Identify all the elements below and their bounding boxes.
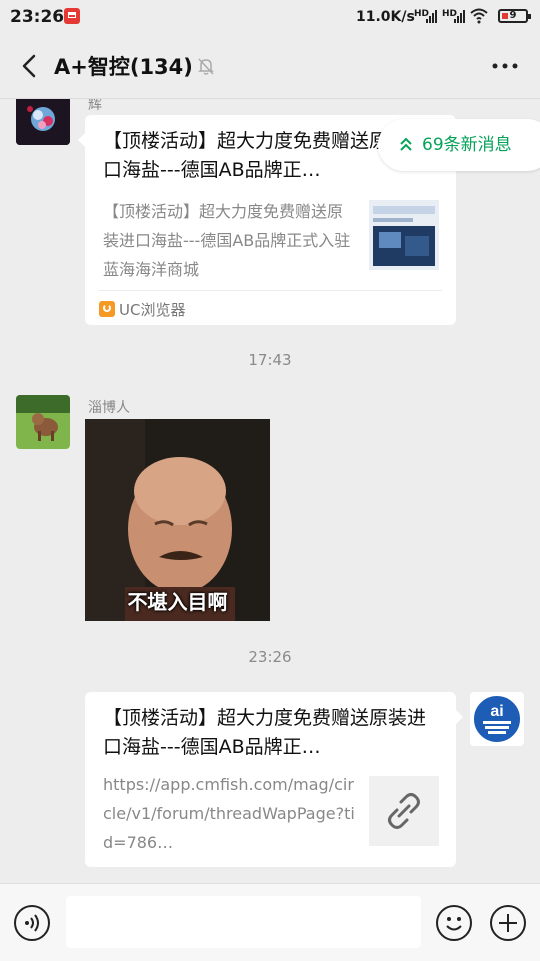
card-description: 【顶楼活动】超大力度免费赠送原装进口海盐---德国AB品牌正式入驻蓝海海洋商城 xyxy=(103,202,351,279)
plus-icon xyxy=(499,914,517,932)
network-speed: 11.0K/s xyxy=(356,9,415,25)
voice-icon xyxy=(25,914,39,932)
uc-browser-icon xyxy=(99,301,115,317)
avatar-self[interactable]: ai xyxy=(470,692,524,746)
sticker-caption: 不堪入目啊 xyxy=(127,590,228,614)
new-messages-label: 69条新消息 xyxy=(422,135,512,155)
link-icon xyxy=(388,793,420,829)
voice-button[interactable] xyxy=(14,905,50,941)
card-source: UC浏览器 xyxy=(99,299,185,320)
shared-link-card[interactable]: 【顶楼活动】超大力度免费赠送原装进口海盐---德国AB品牌正… https://… xyxy=(85,692,463,867)
avatar-image xyxy=(16,99,70,145)
svg-text:ai: ai xyxy=(490,703,503,720)
card-divider xyxy=(99,290,442,291)
avatar-image xyxy=(16,395,70,449)
input-bar xyxy=(0,883,540,961)
sender-name: 辉 xyxy=(88,99,102,113)
notification-icon xyxy=(64,8,80,24)
chat-title: A+智控(134) xyxy=(54,55,193,79)
signal-2-icon xyxy=(454,10,465,23)
wifi-icon xyxy=(470,8,488,24)
avatar-image: ai xyxy=(470,692,524,746)
emoji-button[interactable] xyxy=(436,905,472,941)
chat-header: A+智控(134) xyxy=(0,34,540,99)
card-description: https://app.cmfish.com/mag/circle/v1/for… xyxy=(103,775,355,852)
double-chevron-up-icon xyxy=(400,137,412,151)
avatar-hui[interactable] xyxy=(16,99,70,145)
sender-name: 淄博人 xyxy=(88,400,130,416)
back-icon[interactable] xyxy=(16,52,44,80)
card-thumbnail xyxy=(369,200,439,270)
message-input[interactable] xyxy=(66,896,421,948)
battery-indicator: 9 xyxy=(498,9,531,23)
timestamp: 23:26 xyxy=(248,648,292,666)
emoji-icon xyxy=(446,917,462,931)
card-source-label: UC浏览器 xyxy=(119,301,186,319)
plus-button[interactable] xyxy=(490,905,526,941)
more-horizontal-icon[interactable] xyxy=(490,56,520,76)
avatar-zibo[interactable] xyxy=(16,395,70,449)
status-bar: 23:26 11.0K/s HD HD 9 xyxy=(0,0,540,34)
status-time: 23:26 xyxy=(10,7,65,27)
sticker-image[interactable]: 不堪入目啊 xyxy=(85,419,270,621)
link-thumbnail xyxy=(369,776,439,846)
chat-messages: 辉 【顶楼活动】超大力度免费赠送原装进口海盐---德国AB品牌正… 【顶楼活动】… xyxy=(0,99,540,883)
card-title: 【顶楼活动】超大力度免费赠送原装进口海盐---德国AB品牌正… xyxy=(103,707,427,758)
signal-1-icon xyxy=(426,10,437,23)
new-messages-button[interactable]: 69条新消息 xyxy=(378,119,540,171)
timestamp: 17:43 xyxy=(248,351,292,369)
bell-off-icon xyxy=(198,58,214,75)
